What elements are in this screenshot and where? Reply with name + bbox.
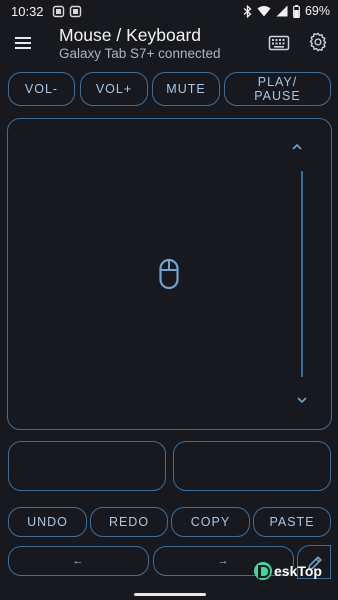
mute-button[interactable]: MUTE bbox=[152, 72, 220, 106]
status-time: 10:32 bbox=[11, 4, 44, 19]
arrow-left-button[interactable]: ← bbox=[8, 546, 149, 576]
connection-status: Galaxy Tab S7+ connected bbox=[59, 46, 221, 61]
redo-button[interactable]: REDO bbox=[90, 507, 168, 537]
arrow-right-label: → bbox=[217, 555, 230, 567]
battery-percent: 69% bbox=[304, 4, 330, 18]
undo-label: UNDO bbox=[27, 515, 68, 529]
left-click-button[interactable] bbox=[8, 441, 166, 491]
gear-icon[interactable] bbox=[307, 31, 329, 53]
notification-icon bbox=[52, 5, 65, 18]
undo-button[interactable]: UNDO bbox=[8, 507, 87, 537]
chevron-down-icon[interactable] bbox=[295, 395, 309, 405]
notification-icon-2 bbox=[69, 5, 82, 18]
volume-up-button[interactable]: VOL+ bbox=[80, 72, 148, 106]
play-pause-label-line1: PLAY/ bbox=[257, 75, 298, 89]
chevron-up-icon[interactable] bbox=[290, 142, 304, 152]
play-pause-button[interactable]: PLAY/ PAUSE bbox=[224, 72, 331, 106]
arrow-left-label: ← bbox=[72, 555, 85, 567]
paste-button[interactable]: PASTE bbox=[253, 507, 331, 537]
mouse-icon bbox=[159, 258, 179, 290]
menu-icon[interactable] bbox=[12, 32, 34, 54]
keyboard-icon[interactable] bbox=[268, 34, 290, 52]
play-pause-label-line2: PAUSE bbox=[254, 89, 301, 103]
mute-label: MUTE bbox=[166, 82, 206, 96]
watermark-text: eskTop bbox=[274, 563, 322, 579]
app-bar: Mouse / Keyboard Galaxy Tab S7+ connecte… bbox=[0, 24, 338, 64]
wifi-icon bbox=[257, 6, 271, 17]
right-click-button[interactable] bbox=[173, 441, 331, 491]
page-title: Mouse / Keyboard bbox=[59, 25, 202, 45]
bluetooth-icon bbox=[243, 4, 252, 18]
navigation-bar bbox=[0, 585, 338, 600]
paste-label: PASTE bbox=[269, 515, 315, 529]
battery-icon bbox=[293, 4, 300, 18]
signal-icon bbox=[276, 5, 288, 17]
scroll-track[interactable] bbox=[301, 171, 303, 377]
home-handle[interactable] bbox=[134, 593, 206, 596]
copy-label: COPY bbox=[190, 515, 231, 529]
redo-label: REDO bbox=[108, 515, 150, 529]
watermark-logo bbox=[254, 562, 272, 580]
watermark: eskTop bbox=[254, 562, 322, 580]
volume-up-label: VOL+ bbox=[95, 82, 133, 96]
volume-down-label: VOL- bbox=[24, 82, 59, 96]
status-bar: 10:32 69% bbox=[0, 0, 338, 24]
volume-down-button[interactable]: VOL- bbox=[8, 72, 75, 106]
copy-button[interactable]: COPY bbox=[171, 507, 250, 537]
